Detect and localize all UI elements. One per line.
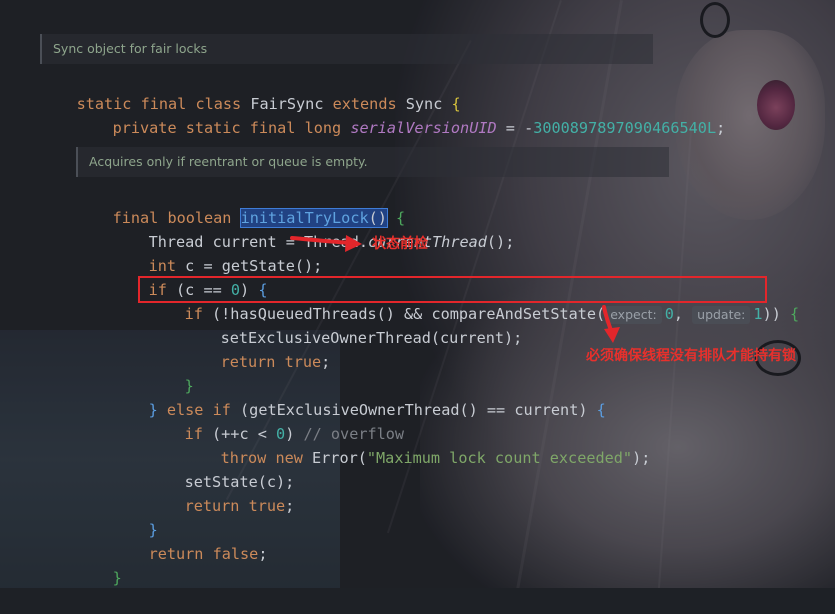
code-line: } — [148, 521, 158, 539]
code-line: static final class FairSync extends Sync… — [76, 95, 461, 113]
code-line: return true; — [220, 353, 331, 371]
param-hint-update: update: — [692, 306, 751, 324]
doc-comment: Sync object for fair locks — [40, 34, 653, 64]
code-line: private static final long serialVersionU… — [112, 119, 726, 137]
code-line: if (++c < 0) // overflow — [184, 425, 405, 443]
code-line: return false; — [148, 545, 268, 563]
highlight-box — [138, 276, 767, 303]
annotation-arrow-right — [290, 235, 362, 252]
annotation-state-precheck: 状态前检 — [372, 236, 428, 252]
code-line: } else if (getExclusiveOwnerThread() == … — [148, 401, 606, 419]
code-line: setState(c); — [184, 473, 295, 491]
annotation-must-ensure: 必须确保线程没有排队才能持有锁 — [586, 348, 796, 364]
code-line: Thread current = Thread.currentThread(); — [148, 233, 515, 251]
annotation-arrow-up — [602, 305, 620, 343]
doc-comment-text: Acquires only if reentrant or queue is e… — [89, 154, 368, 169]
code-line: setExclusiveOwnerThread(current); — [220, 329, 523, 347]
code-line: throw new Error("Maximum lock count exce… — [220, 449, 651, 467]
code-line: } — [184, 377, 194, 395]
code-line: } — [112, 569, 122, 587]
code-line: final boolean initialTryLock() { — [112, 208, 406, 228]
doc-comment-text: Sync object for fair locks — [53, 41, 208, 56]
code-line: if (c == 0) { — [148, 281, 268, 299]
doc-comment: Acquires only if reentrant or queue is e… — [76, 147, 669, 177]
code-line: return true; — [184, 497, 295, 515]
